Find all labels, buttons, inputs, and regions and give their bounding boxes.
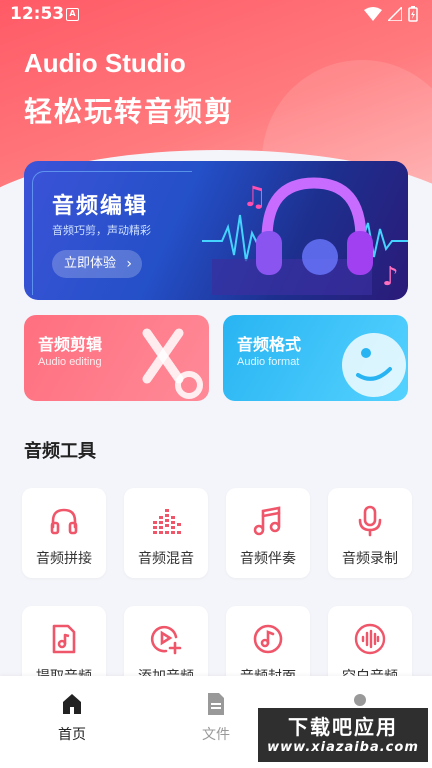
- audio-tools-title: 音频工具: [24, 441, 96, 462]
- nav-label: 文件: [202, 727, 230, 743]
- card-subtitle: Audio editing: [38, 356, 102, 368]
- music-note-icon: [253, 506, 281, 536]
- banner-title: 音频编辑: [52, 194, 149, 219]
- audio-editing-card[interactable]: 音频剪辑 Audio editing: [24, 315, 209, 401]
- equalizer-icon: [153, 509, 181, 534]
- watermark-title: 下载吧应用: [288, 715, 398, 739]
- tool-audio-accompaniment[interactable]: 音频伴奏: [226, 488, 310, 578]
- status-icons: [364, 6, 418, 22]
- card-title: 音频格式: [237, 335, 302, 354]
- try-now-button[interactable]: 立即体验 ›: [52, 250, 143, 278]
- tool-label: 音频伴奏: [240, 551, 296, 567]
- nav-files[interactable]: 文件: [176, 692, 256, 744]
- file-music-icon: [52, 624, 76, 654]
- audio-format-card[interactable]: 音频格式 Audio format: [223, 315, 408, 401]
- battery-icon: [408, 6, 418, 22]
- status-bar: 12:53 A: [0, 0, 432, 30]
- music-circle-icon: [253, 624, 283, 654]
- banner-subtitle: 音频巧剪，声动精彩: [52, 224, 151, 237]
- tool-audio-mix[interactable]: 音频混音: [124, 488, 208, 578]
- signal-icon: [388, 7, 402, 21]
- status-time: 12:53: [10, 4, 65, 24]
- tool-audio-merge[interactable]: 音频拼接: [22, 488, 106, 578]
- home-icon: [63, 694, 81, 714]
- svg-text:♫: ♫: [242, 180, 267, 213]
- nav-label: 首页: [58, 727, 86, 743]
- card-title: 音频剪辑: [38, 335, 103, 354]
- soundwave-icon: [354, 623, 386, 655]
- tool-label: 音频混音: [138, 551, 194, 567]
- scissors-icon: [142, 328, 203, 399]
- wifi-icon: [364, 7, 382, 21]
- tool-label: 音频录制: [342, 551, 398, 567]
- app-title: Audio Studio: [24, 48, 186, 78]
- tool-label: 音频拼接: [36, 551, 92, 567]
- notification-icon: A: [66, 8, 79, 21]
- app-subtitle: 轻松玩转音频剪: [24, 95, 235, 128]
- chevron-right-icon: ›: [126, 256, 133, 272]
- nav-home[interactable]: 首页: [32, 692, 112, 744]
- watermark: 下载吧应用 www.xiazaiba.com: [258, 708, 428, 762]
- file-icon: [208, 693, 224, 715]
- svg-text:♪: ♪: [382, 262, 399, 292]
- tool-audio-record[interactable]: 音频录制: [328, 488, 412, 578]
- card-subtitle: Audio format: [237, 356, 300, 368]
- watermark-url: www.xiazaiba.com: [267, 740, 419, 755]
- try-now-label: 立即体验: [64, 256, 117, 271]
- headphones-icon: [50, 508, 78, 535]
- microphone-icon: [358, 505, 382, 537]
- headphones-illustration: ♫ ♪: [202, 177, 408, 295]
- audio-edit-banner[interactable]: 音频编辑 音频巧剪，声动精彩 立即体验 › ♫ ♪: [24, 161, 408, 300]
- disc-icon: [342, 333, 406, 397]
- add-audio-icon: [150, 625, 182, 655]
